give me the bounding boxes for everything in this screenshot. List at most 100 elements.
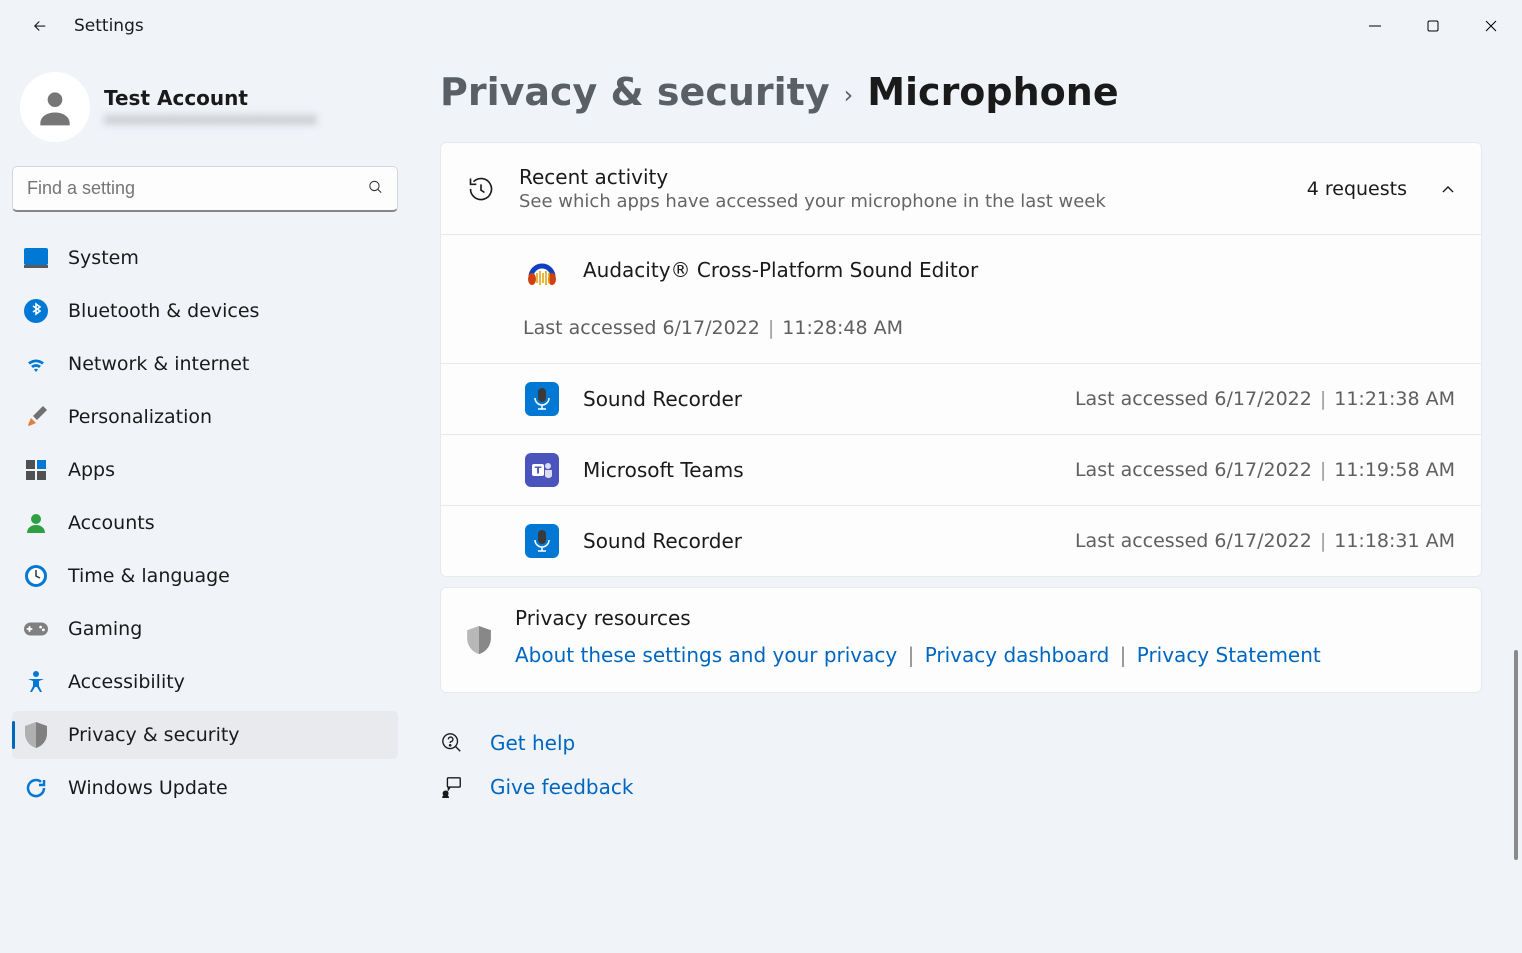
sidebar-item-label: Accounts [68, 512, 155, 534]
window-controls [1352, 10, 1514, 42]
maximize-button[interactable] [1410, 10, 1456, 42]
sidebar-item-label: Windows Update [68, 777, 228, 799]
system-icon [24, 246, 48, 270]
maximize-icon [1427, 20, 1439, 32]
about-privacy-link[interactable]: About these settings and your privacy [515, 643, 897, 667]
gaming-icon [24, 617, 48, 641]
wifi-icon [24, 352, 48, 376]
clock-icon [24, 564, 48, 588]
app-icon-sound-recorder [525, 382, 559, 416]
sidebar-item-bluetooth[interactable]: Bluetooth & devices [12, 287, 398, 335]
main-content: Privacy & security › Microphone Recent a… [410, 52, 1522, 953]
activity-app-name: Microsoft Teams [583, 458, 1051, 482]
recent-activity-card: Recent activity See which apps have acce… [440, 142, 1482, 577]
brush-icon [24, 405, 48, 429]
shield-icon [467, 626, 491, 658]
account-block[interactable]: Test Account xxxxxxxxxxxxxxxxxxxxxxxx [12, 64, 398, 166]
sidebar-item-apps[interactable]: Apps [12, 446, 398, 494]
update-icon [24, 776, 48, 800]
breadcrumb-parent[interactable]: Privacy & security [440, 70, 830, 114]
footer-links: Get help Give feedback [440, 703, 1482, 799]
bluetooth-icon [24, 299, 48, 323]
page-title: Microphone [867, 70, 1118, 114]
footer-link-label: Give feedback [490, 775, 633, 799]
sidebar-item-label: Accessibility [68, 671, 185, 693]
recent-request-count: 4 requests [1307, 178, 1407, 200]
app-icon-audacity [525, 253, 559, 287]
close-button[interactable] [1468, 10, 1514, 42]
sidebar-item-label: Gaming [68, 618, 142, 640]
sidebar: Test Account xxxxxxxxxxxxxxxxxxxxxxxx Sy… [0, 52, 410, 953]
back-arrow-icon [31, 17, 49, 35]
accounts-icon [24, 511, 48, 535]
sidebar-item-label: Privacy & security [68, 724, 240, 746]
activity-app-name: Audacity® Cross-Platform Sound Editor [583, 258, 978, 282]
privacy-links: About these settings and your privacy | … [515, 638, 1455, 672]
privacy-statement-link[interactable]: Privacy Statement [1137, 643, 1321, 667]
activity-row[interactable]: Audacity® Cross-Platform Sound Editor La… [441, 234, 1481, 363]
accessibility-icon [24, 670, 48, 694]
footer-link-label: Get help [490, 731, 575, 755]
activity-row[interactable]: Sound Recorder Last accessed 6/17/2022|1… [441, 505, 1481, 576]
search-box [12, 166, 398, 212]
sidebar-item-gaming[interactable]: Gaming [12, 605, 398, 653]
user-icon [33, 85, 77, 129]
minimize-button[interactable] [1352, 10, 1398, 42]
close-icon [1485, 20, 1497, 32]
shield-icon [24, 723, 48, 747]
nav-list: System Bluetooth & devices Network & int… [12, 234, 398, 812]
get-help-link[interactable]: Get help [440, 731, 1482, 755]
separator: | [1120, 643, 1127, 667]
activity-app-name: Sound Recorder [583, 387, 1051, 411]
feedback-icon [440, 776, 464, 798]
app-title: Settings [74, 16, 144, 36]
breadcrumb: Privacy & security › Microphone [440, 70, 1482, 114]
give-feedback-link[interactable]: Give feedback [440, 775, 1482, 799]
sidebar-item-accessibility[interactable]: Accessibility [12, 658, 398, 706]
sidebar-item-label: System [68, 247, 139, 269]
account-email: xxxxxxxxxxxxxxxxxxxxxxxx [104, 110, 317, 128]
recent-activity-title: Recent activity [519, 165, 1283, 189]
scrollbar-thumb[interactable] [1514, 650, 1518, 860]
sidebar-item-privacy[interactable]: Privacy & security [12, 711, 398, 759]
apps-icon [24, 458, 48, 482]
activity-timestamp: Last accessed 6/17/2022|11:19:58 AM [1075, 459, 1455, 481]
account-name: Test Account [104, 86, 317, 110]
sidebar-item-label: Time & language [68, 565, 230, 587]
sidebar-item-label: Apps [68, 459, 115, 481]
app-icon-teams: T [525, 453, 559, 487]
sidebar-item-update[interactable]: Windows Update [12, 764, 398, 812]
svg-text:T: T [535, 466, 542, 477]
privacy-resources-title: Privacy resources [515, 606, 1455, 630]
sidebar-item-time[interactable]: Time & language [12, 552, 398, 600]
app-icon-sound-recorder [525, 524, 559, 558]
back-button[interactable] [24, 10, 56, 42]
activity-timestamp: Last accessed 6/17/2022|11:21:38 AM [1075, 388, 1455, 410]
chevron-up-icon [1441, 182, 1455, 196]
minimize-icon [1369, 20, 1381, 32]
sidebar-item-accounts[interactable]: Accounts [12, 499, 398, 547]
sidebar-item-network[interactable]: Network & internet [12, 340, 398, 388]
help-icon [440, 732, 464, 754]
chevron-right-icon: › [844, 81, 854, 109]
separator: | [908, 643, 915, 667]
search-input[interactable] [12, 166, 398, 212]
recent-activity-subtitle: See which apps have accessed your microp… [519, 191, 1283, 212]
activity-row[interactable]: T Microsoft Teams Last accessed 6/17/202… [441, 434, 1481, 505]
sidebar-item-personalization[interactable]: Personalization [12, 393, 398, 441]
sidebar-item-label: Network & internet [68, 353, 249, 375]
sidebar-item-system[interactable]: System [12, 234, 398, 282]
history-icon [467, 175, 495, 203]
privacy-resources-card: Privacy resources About these settings a… [440, 587, 1482, 693]
titlebar: Settings [0, 0, 1522, 52]
activity-row[interactable]: Sound Recorder Last accessed 6/17/2022|1… [441, 363, 1481, 434]
recent-activity-toggle[interactable]: Recent activity See which apps have acce… [441, 143, 1481, 234]
privacy-dashboard-link[interactable]: Privacy dashboard [925, 643, 1110, 667]
search-icon [367, 179, 384, 200]
activity-app-name: Sound Recorder [583, 529, 1051, 553]
sidebar-item-label: Bluetooth & devices [68, 300, 259, 322]
avatar [20, 72, 90, 142]
activity-timestamp: Last accessed 6/17/2022|11:18:31 AM [1075, 530, 1455, 552]
sidebar-item-label: Personalization [68, 406, 212, 428]
activity-timestamp: Last accessed 6/17/2022|11:28:48 AM [523, 317, 903, 339]
